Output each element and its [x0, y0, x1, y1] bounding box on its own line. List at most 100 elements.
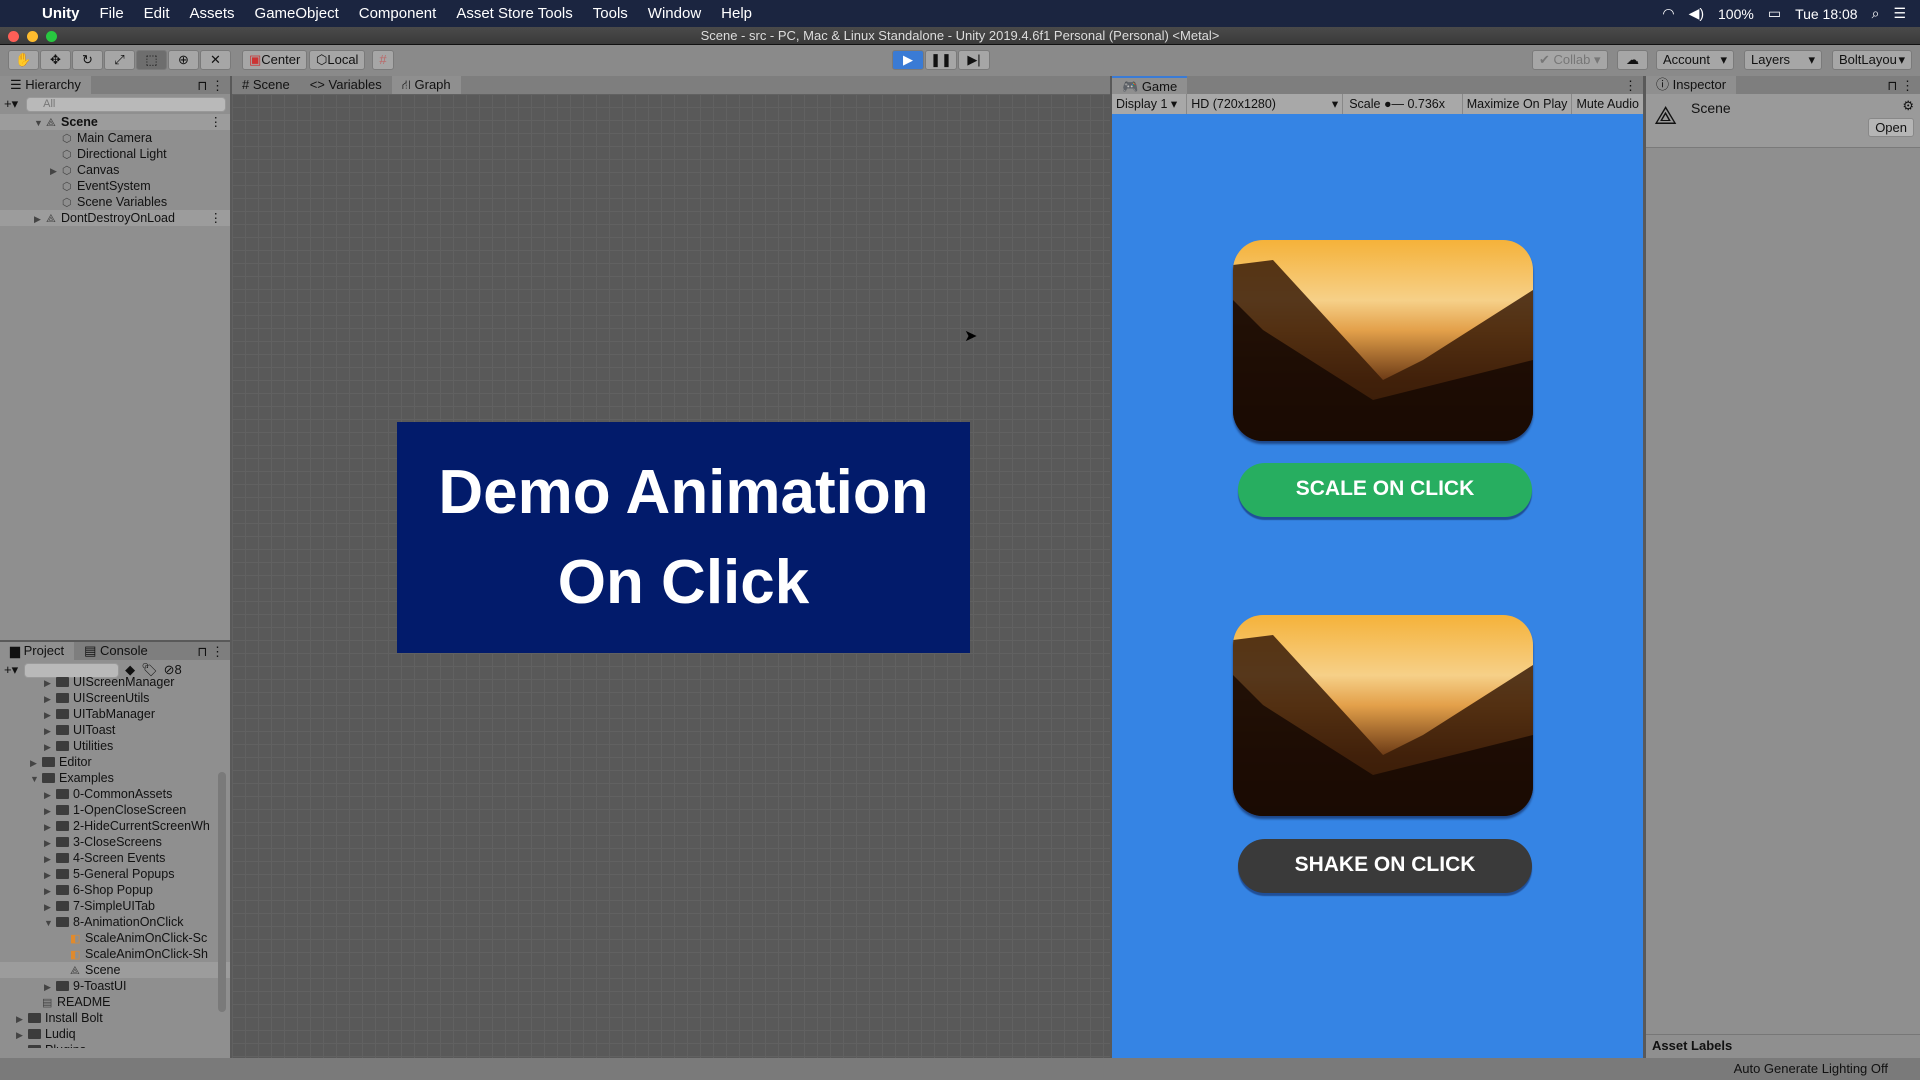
scene-menu-icon[interactable]: ⋮ — [210, 114, 223, 130]
snap-icon[interactable]: # — [372, 50, 394, 70]
hierarchy-search-input[interactable]: All — [26, 96, 226, 112]
tab-project[interactable]: ▆ Project — [0, 642, 75, 660]
custom-tool-icon[interactable]: ✕ — [200, 50, 231, 70]
account-dropdown[interactable]: Account ▾ — [1656, 50, 1734, 70]
collapse-arrow-icon[interactable]: ▶ — [30, 755, 42, 771]
collapse-arrow-icon[interactable]: ▶ — [44, 979, 56, 995]
project-item[interactable]: ▤ README — [0, 994, 230, 1010]
layers-dropdown[interactable]: Layers ▾ — [1744, 50, 1822, 70]
menu-asset-store-tools[interactable]: Asset Store Tools — [446, 5, 582, 22]
project-item[interactable]: ◧ ScaleAnimOnClick-Sh — [0, 946, 230, 962]
menu-file[interactable]: File — [90, 5, 134, 22]
collapse-arrow-icon[interactable]: ▶ — [44, 899, 56, 915]
minimize-window-button[interactable] — [27, 31, 38, 42]
menu-component[interactable]: Component — [349, 5, 447, 22]
hierarchy-item[interactable]: ⬡ Scene Variables — [0, 194, 230, 210]
rect-tool-icon[interactable]: ⬚ — [136, 50, 167, 70]
hierarchy-item[interactable]: ⬡ Directional Light — [0, 146, 230, 162]
project-scrollbar[interactable] — [218, 772, 226, 1012]
menu-tools[interactable]: Tools — [583, 5, 638, 22]
layout-dropdown[interactable]: BoltLayou ▾ — [1832, 50, 1912, 70]
project-item[interactable]: ▶ Ludiq — [0, 1026, 230, 1042]
expand-arrow-icon[interactable]: ▼ — [34, 115, 46, 131]
hierarchy-item[interactable]: ▶ ⟁ DontDestroyOnLoad ⋮ — [0, 210, 230, 226]
project-item[interactable]: ▶ Plugins — [0, 1042, 230, 1048]
collapse-arrow-icon[interactable]: ▶ — [44, 819, 56, 835]
maximize-on-play-toggle[interactable]: Maximize On Play — [1463, 94, 1573, 114]
add-button[interactable]: +▾ — [4, 96, 18, 112]
resolution-dropdown[interactable]: HD (720x1280) ▾ — [1187, 94, 1344, 114]
scale-on-click-button[interactable]: SCALE ON CLICK — [1238, 463, 1532, 517]
game-viewport[interactable]: SCALE ON CLICK SHAKE ON CLICK — [1112, 114, 1643, 1058]
rotate-tool-icon[interactable]: ↻ — [72, 50, 103, 70]
project-item[interactable]: ▶ 6-Shop Popup — [0, 882, 230, 898]
collapse-arrow-icon[interactable]: ▶ — [44, 723, 56, 739]
lock-icon[interactable]: ⊓ ⋮ — [1887, 78, 1920, 94]
collapse-arrow-icon[interactable]: ▶ — [44, 867, 56, 883]
tab-console[interactable]: ▤ Console — [74, 642, 158, 660]
battery-percent[interactable]: 100% — [1718, 6, 1754, 22]
zoom-window-button[interactable] — [46, 31, 57, 42]
project-item[interactable]: ◧ ScaleAnimOnClick-Sc — [0, 930, 230, 946]
step-button[interactable]: ▶| — [958, 50, 990, 70]
play-button[interactable]: ▶ — [892, 50, 924, 70]
menu-unity[interactable]: Unity — [32, 5, 90, 22]
menu-window[interactable]: Window — [638, 5, 711, 22]
lock-icon[interactable]: ⊓ ⋮ — [197, 644, 230, 660]
search-icon[interactable]: ⌕ — [1872, 5, 1880, 22]
collapse-arrow-icon[interactable]: ▶ — [44, 707, 56, 723]
collapse-arrow-icon[interactable]: ▶ — [44, 675, 56, 691]
project-item[interactable]: ▶ UIToast — [0, 722, 230, 738]
gear-icon[interactable]: ⚙ — [1902, 98, 1914, 114]
close-window-button[interactable] — [8, 31, 19, 42]
project-item[interactable]: ⟁ Scene — [0, 962, 230, 978]
tab-variables[interactable]: <> Variables — [300, 76, 392, 94]
collapse-arrow-icon[interactable]: ▶ — [44, 803, 56, 819]
expand-arrow-icon[interactable]: ▼ — [44, 915, 56, 931]
tab-game[interactable]: 🎮 Game — [1112, 76, 1188, 94]
project-item[interactable]: ▶ 7-SimpleUITab — [0, 898, 230, 914]
project-item[interactable]: ▶ UIScreenManager — [0, 674, 230, 690]
scale-slider[interactable]: Scale ●— 0.736x — [1343, 94, 1463, 114]
collapse-arrow-icon[interactable]: ▶ — [44, 851, 56, 867]
hierarchy-item[interactable]: ⬡ Main Camera — [0, 130, 230, 146]
collapse-arrow-icon[interactable]: ▶ — [16, 1027, 28, 1043]
scene-menu-icon[interactable]: ⋮ — [210, 210, 223, 226]
volume-icon[interactable]: ◀) — [1689, 5, 1704, 22]
control-center-icon[interactable]: ☰ — [1893, 5, 1906, 22]
hand-tool-icon[interactable]: ✋ — [8, 50, 39, 70]
project-item[interactable]: ▶ 0-CommonAssets — [0, 786, 230, 802]
project-item[interactable]: ▶ Install Bolt — [0, 1010, 230, 1026]
cloud-icon[interactable]: ☁ — [1617, 50, 1648, 70]
lighting-status[interactable]: Auto Generate Lighting Off — [1734, 1058, 1888, 1080]
project-item[interactable]: ▶ 5-General Popups — [0, 866, 230, 882]
project-item[interactable]: ▶ Editor — [0, 754, 230, 770]
lock-icon[interactable]: ⊓ ⋮ — [197, 78, 230, 94]
hierarchy-item[interactable]: ▶ ⬡ Canvas — [0, 162, 230, 178]
scale-tool-icon[interactable]: ⤢ — [104, 50, 135, 70]
collapse-arrow-icon[interactable]: ▶ — [44, 835, 56, 851]
project-item[interactable]: ▶ 1-OpenCloseScreen — [0, 802, 230, 818]
battery-icon[interactable]: ▭ — [1768, 5, 1781, 22]
menu-help[interactable]: Help — [711, 5, 762, 22]
asset-labels-section[interactable]: Asset Labels — [1646, 1034, 1920, 1058]
collapse-arrow-icon[interactable]: ▶ — [44, 883, 56, 899]
collapse-arrow-icon[interactable]: ▶ — [44, 739, 56, 755]
pivot-local-button[interactable]: ⬡Local — [309, 50, 366, 70]
project-item[interactable]: ▶ 9-ToastUI — [0, 978, 230, 994]
menu-gameobject[interactable]: GameObject — [245, 5, 349, 22]
project-item[interactable]: ▶ Utilities — [0, 738, 230, 754]
open-button[interactable]: Open — [1868, 118, 1914, 137]
hierarchy-item[interactable]: ⬡ EventSystem — [0, 178, 230, 194]
display-dropdown[interactable]: Display 1 ▾ — [1112, 94, 1188, 114]
project-item[interactable]: ▶ 3-CloseScreens — [0, 834, 230, 850]
collapse-arrow-icon[interactable]: ▶ — [16, 1043, 28, 1048]
pause-button[interactable]: ❚❚ — [925, 50, 957, 70]
tab-inspector[interactable]: ⓘ Inspector — [1646, 76, 1737, 94]
clock[interactable]: Tue 18:08 — [1795, 6, 1858, 22]
shake-on-click-button[interactable]: SHAKE ON CLICK — [1238, 839, 1532, 893]
transform-tool-icon[interactable]: ⊕ — [168, 50, 199, 70]
collapse-arrow-icon[interactable]: ▶ — [34, 211, 46, 227]
tab-scene[interactable]: # Scene — [232, 76, 300, 94]
hierarchy-item[interactable]: ▼ ⟁ Scene ⋮ — [0, 114, 230, 130]
